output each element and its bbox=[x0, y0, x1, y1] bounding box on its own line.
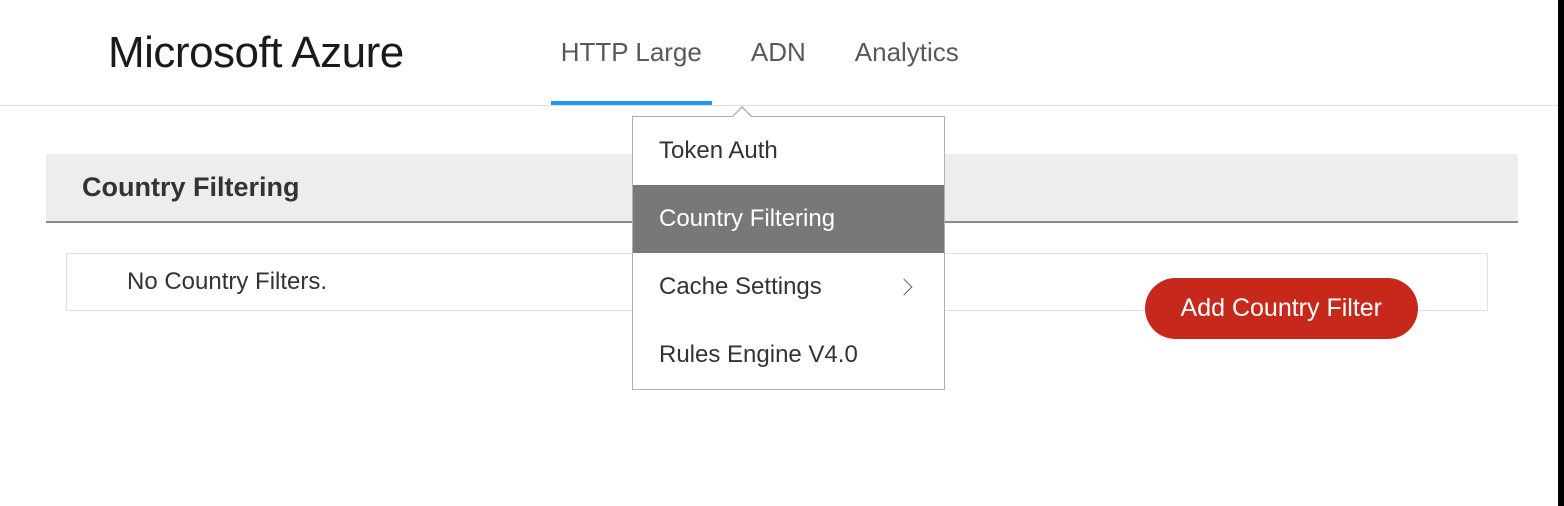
add-country-filter-button[interactable]: Add Country Filter bbox=[1145, 278, 1418, 339]
right-border bbox=[1558, 0, 1564, 506]
dropdown-item-cache-settings[interactable]: Cache Settings bbox=[633, 253, 944, 321]
dropdown-item-token-auth[interactable]: Token Auth bbox=[633, 117, 944, 185]
dropdown-item-label: Country Filtering bbox=[659, 205, 835, 233]
tab-analytics[interactable]: Analytics bbox=[853, 0, 961, 105]
tab-adn[interactable]: ADN bbox=[749, 0, 808, 105]
dropdown-item-label: Cache Settings bbox=[659, 273, 822, 301]
azure-logo: Microsoft Azure bbox=[108, 28, 404, 78]
dropdown-item-country-filtering[interactable]: Country Filtering bbox=[633, 185, 944, 253]
chevron-right-icon bbox=[896, 279, 913, 296]
header: Microsoft Azure HTTP Large ADN Analytics bbox=[0, 0, 1564, 106]
dropdown-item-label: Rules Engine V4.0 bbox=[659, 341, 858, 369]
dropdown-item-rules-engine[interactable]: Rules Engine V4.0 bbox=[633, 321, 944, 389]
nav-tabs: HTTP Large ADN Analytics bbox=[559, 0, 961, 105]
dropdown-item-label: Token Auth bbox=[659, 137, 778, 165]
tab-http-large[interactable]: HTTP Large bbox=[559, 0, 704, 105]
dropdown-menu: Token Auth Country Filtering Cache Setti… bbox=[632, 116, 945, 390]
